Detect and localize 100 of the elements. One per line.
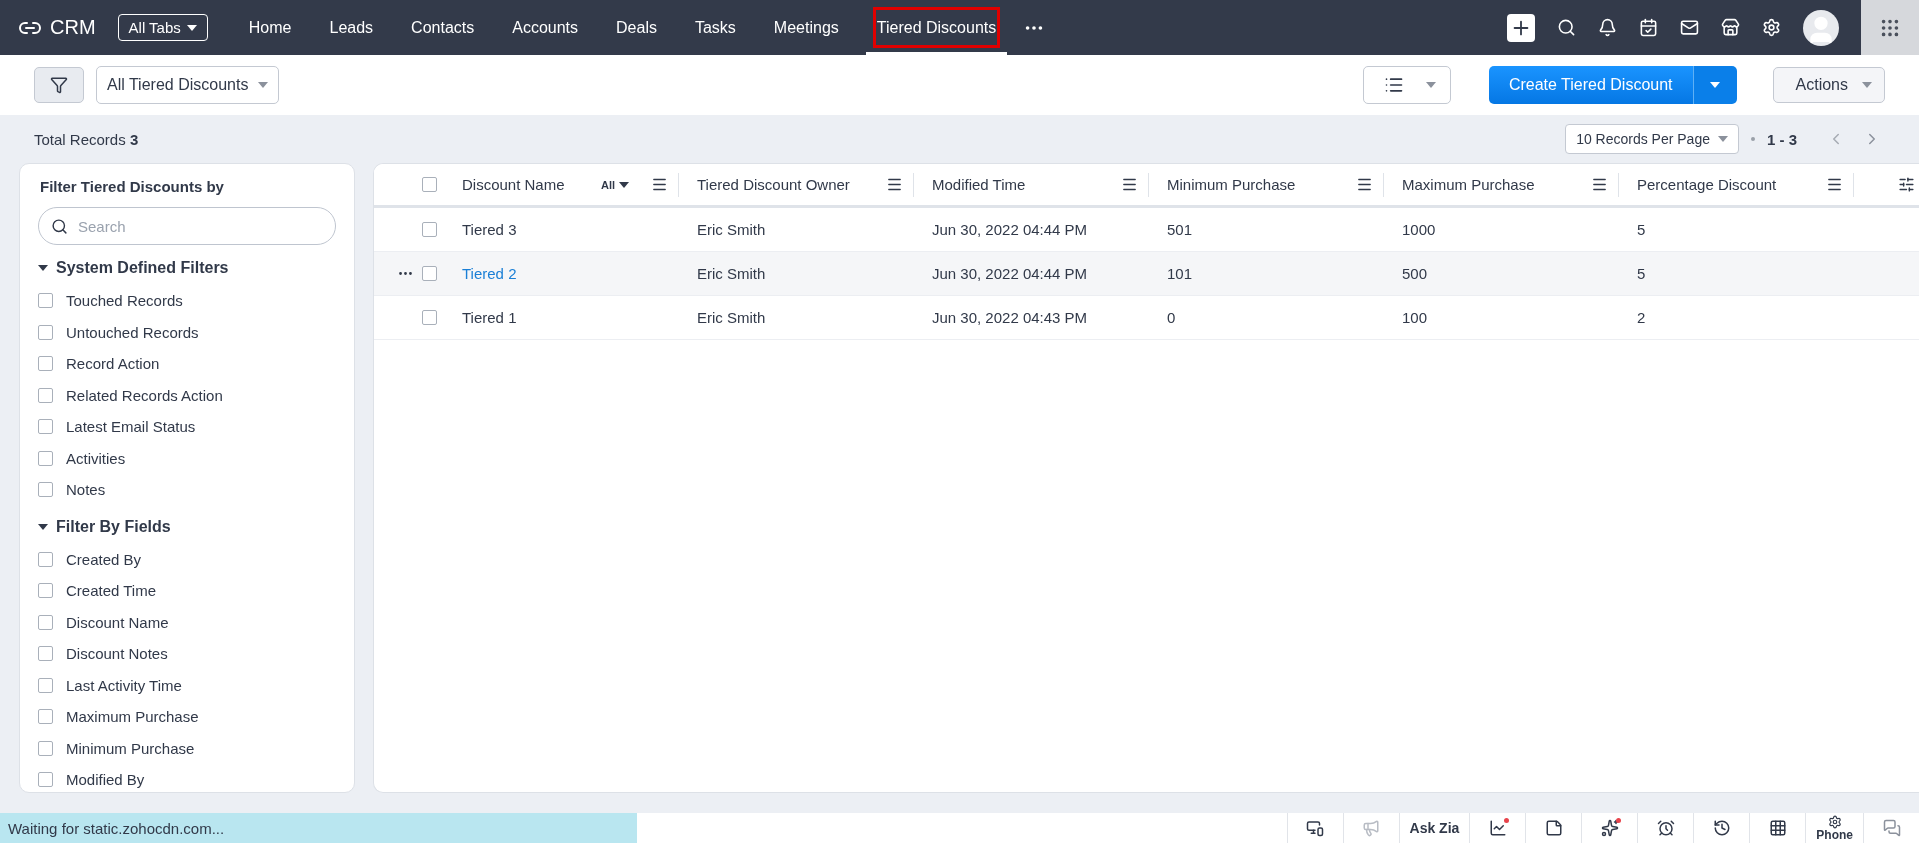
actions-dropdown[interactable]: Actions <box>1772 67 1885 103</box>
checkbox[interactable] <box>38 387 53 403</box>
column-header[interactable]: Minimum Purchase <box>1167 176 1348 193</box>
view-dropdown[interactable]: All Tiered Discounts <box>96 66 280 104</box>
apps-button[interactable] <box>1861 0 1919 55</box>
select-all-checkbox[interactable] <box>421 177 437 192</box>
filter-label: Activities <box>66 449 126 467</box>
column-menu-icon[interactable] <box>1121 176 1138 193</box>
table-cell-text: 500 <box>1401 265 1429 282</box>
sparkle-icon <box>1600 819 1619 837</box>
checkbox[interactable] <box>38 293 53 309</box>
checkbox[interactable] <box>38 709 53 725</box>
dialpad-icon <box>1768 819 1787 837</box>
table-cell-text: Tiered 1 <box>461 309 518 326</box>
filter-label: Record Action <box>66 355 160 373</box>
nav-tab[interactable]: Deals <box>605 0 668 55</box>
row-checkbox[interactable] <box>421 222 437 237</box>
filter-label: Discount Notes <box>66 645 168 663</box>
checkbox[interactable] <box>38 324 53 340</box>
filter-section-header[interactable]: System Defined Filters <box>38 259 229 277</box>
brand-name: CRM <box>50 16 96 39</box>
filter-label: Touched Records <box>66 292 183 310</box>
filter-section-header[interactable]: Filter By Fields <box>38 517 171 536</box>
chart-icon <box>1488 819 1507 837</box>
column-menu-icon[interactable] <box>1591 176 1608 193</box>
nav-tab[interactable]: Meetings <box>762 0 850 55</box>
checkbox[interactable] <box>38 482 53 498</box>
per-page-dropdown[interactable]: 10 Records Per Page <box>1565 124 1739 154</box>
column-menu-icon[interactable] <box>1826 176 1843 193</box>
checkbox[interactable] <box>38 740 53 756</box>
table-cell-text: 5 <box>1636 265 1647 282</box>
filter-label: Maximum Purchase <box>66 708 199 726</box>
settings-icon[interactable] <box>1762 18 1781 37</box>
filter-icon <box>50 76 68 94</box>
record-link[interactable]: Tiered 2 <box>444 265 679 282</box>
table-cell-text: 5 <box>1636 221 1647 238</box>
column-header[interactable]: Modified Time <box>932 176 1113 193</box>
calendar-icon[interactable] <box>1639 18 1658 37</box>
alarm-clock-icon <box>1656 819 1675 837</box>
search-icon <box>51 217 68 235</box>
checkbox[interactable] <box>38 450 53 466</box>
nav-tab[interactable]: Contacts <box>400 0 486 55</box>
checkbox[interactable] <box>38 646 53 662</box>
avatar[interactable] <box>1803 9 1839 46</box>
chat-icon <box>1882 819 1901 837</box>
column-header[interactable]: Maximum Purchase <box>1402 176 1583 193</box>
column-menu-icon[interactable] <box>1356 176 1373 193</box>
filter-label: Untouched Records <box>66 323 199 341</box>
column-settings-icon[interactable] <box>1898 176 1915 193</box>
nav-tab[interactable]: Accounts <box>501 0 590 55</box>
table-cell-text: 501 <box>1166 221 1194 238</box>
column-filter-dropdown[interactable]: All <box>600 178 629 191</box>
filter-label: Minimum Purchase <box>66 739 195 757</box>
checkbox[interactable] <box>38 551 53 567</box>
table-cell-text: Jun 30, 2022 04:44 PM <box>931 265 1089 282</box>
filter-label: Notes <box>66 481 106 499</box>
table-cell-text: Jun 30, 2022 04:44 PM <box>931 221 1089 238</box>
row-checkbox[interactable] <box>421 266 437 281</box>
checkbox[interactable] <box>38 356 53 372</box>
filter-button[interactable] <box>34 67 84 103</box>
filter-label: Created Time <box>66 582 157 600</box>
table-cell-text: Eric Smith <box>696 221 767 238</box>
table-cell-text: Eric Smith <box>696 309 767 326</box>
column-header[interactable]: Tiered Discount Owner <box>697 176 878 193</box>
add-button[interactable] <box>1507 13 1535 42</box>
create-button[interactable]: Create Tiered Discount <box>1488 66 1693 104</box>
table-cell-text: 100 <box>1401 309 1429 326</box>
checkbox[interactable] <box>38 583 53 599</box>
table-cell-text: 0 <box>1166 309 1177 326</box>
nav-tab[interactable]: Tasks <box>683 0 747 55</box>
column-header[interactable]: Discount Name <box>462 176 593 193</box>
nav-tab[interactable]: Home <box>237 0 303 55</box>
nav-tab[interactable]: Tiered Discounts <box>865 0 1008 55</box>
store-icon[interactable] <box>1721 18 1740 37</box>
checkbox[interactable] <box>38 614 53 630</box>
table-cell-text: 101 <box>1166 265 1194 282</box>
list-view-dropdown[interactable] <box>1362 66 1451 104</box>
table-cell-text: 1000 <box>1401 221 1437 238</box>
table-cell-text: 2 <box>1636 309 1647 326</box>
row-checkbox[interactable] <box>421 310 437 325</box>
nav-tab[interactable]: Leads <box>318 0 385 55</box>
create-options-button[interactable] <box>1692 66 1737 104</box>
page-range: 1 - 3 <box>1767 130 1797 148</box>
filter-label: Last Activity Time <box>66 676 182 694</box>
column-menu-icon[interactable] <box>651 176 668 193</box>
checkbox[interactable] <box>38 772 53 788</box>
column-menu-icon[interactable] <box>886 176 903 193</box>
column-header[interactable]: Percentage Discount <box>1637 176 1818 193</box>
settings-icon <box>1827 815 1842 829</box>
mail-icon[interactable] <box>1680 18 1699 37</box>
checkbox[interactable] <box>38 419 53 435</box>
table-row[interactable]: Tiered 2 Eric Smith Jun 30, 2022 04:44 PM 101 500 5 <box>374 252 1919 296</box>
filter-label: Modified By <box>66 771 145 789</box>
bell-icon[interactable] <box>1598 18 1617 37</box>
search-icon[interactable] <box>1557 18 1576 37</box>
loading-status: Waiting for static.zohocdn.com... <box>0 813 637 843</box>
filter-label: Created By <box>66 550 142 568</box>
all-tabs-dropdown[interactable]: All Tabs <box>117 14 208 41</box>
checkbox[interactable] <box>38 677 53 693</box>
megaphone-icon <box>1362 819 1380 837</box>
